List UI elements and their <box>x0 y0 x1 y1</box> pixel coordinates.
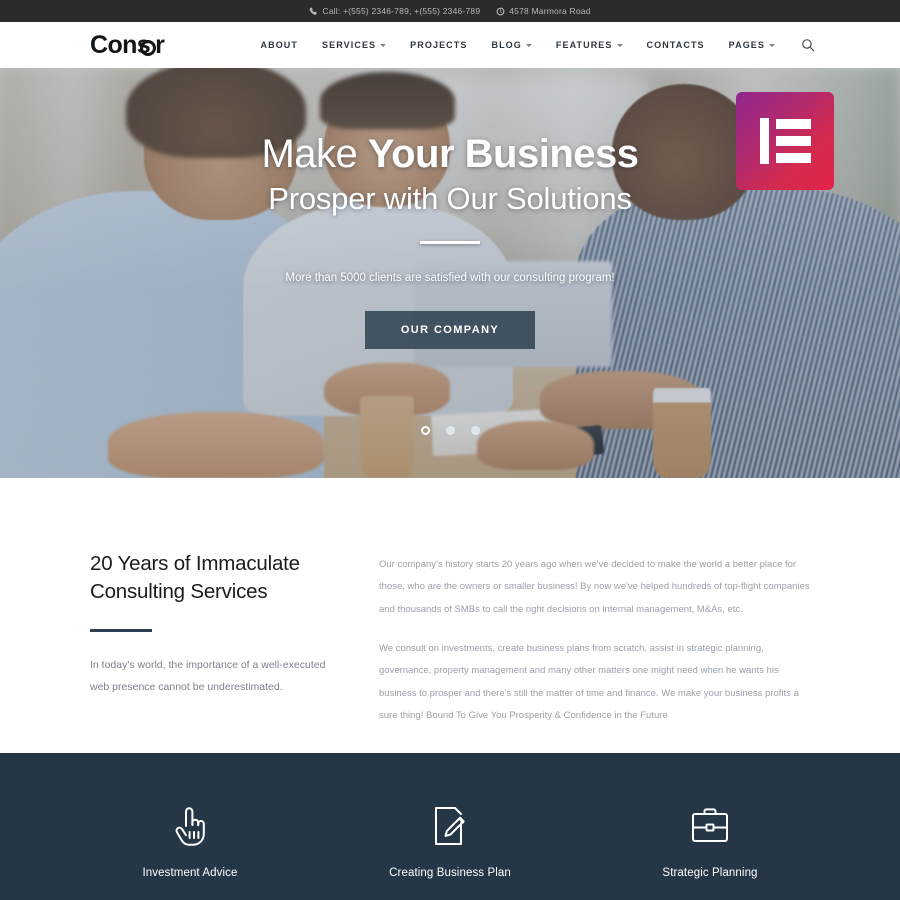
logo-text-after: r <box>155 30 165 59</box>
chevron-down-icon <box>380 43 387 47</box>
chevron-down-icon <box>616 43 623 47</box>
address-text: 4578 Marmora Road <box>509 6 591 16</box>
nav-label: SERVICES <box>322 40 377 50</box>
about-left-column: 20 Years of Immaculate Consulting Servic… <box>90 550 345 753</box>
nav-item-blog[interactable]: BLOG <box>479 40 543 50</box>
elementor-icon <box>759 118 811 164</box>
briefcase-icon <box>689 803 731 849</box>
nav-label: BLOG <box>491 40 522 50</box>
service-item-strategic-planning[interactable]: Strategic Planning <box>580 753 840 879</box>
about-right-column: Our company's history starts 20 years ag… <box>379 550 815 753</box>
hero-subtitle: More than 5000 clients are satisfied wit… <box>285 271 615 284</box>
hero-title-thin: Make <box>261 132 358 176</box>
nav-item-projects[interactable]: PROJECTS <box>398 40 479 50</box>
nav-label: CONTACTS <box>646 40 705 50</box>
clock-icon <box>496 7 505 16</box>
site-header: Cons r ABOUT SERVICES PROJECTS BLOG FEAT… <box>0 22 900 68</box>
chevron-down-icon <box>525 43 532 47</box>
top-info-bar: Call: +(555) 2346-789, +(555) 2346-789 4… <box>0 0 900 22</box>
our-company-button[interactable]: OUR COMPANY <box>364 310 536 349</box>
nav-item-pages[interactable]: PAGES <box>717 40 787 50</box>
document-pencil-icon <box>430 803 470 849</box>
phone-icon <box>309 7 318 16</box>
nav-label: PAGES <box>728 40 765 50</box>
slider-dot-3[interactable] <box>470 426 480 435</box>
nav-item-about[interactable]: ABOUT <box>249 40 311 50</box>
service-item-investment-advice[interactable]: Investment Advice <box>60 753 320 879</box>
hero-divider <box>420 241 480 244</box>
about-paragraph-2: We consult on investments, create busine… <box>379 642 799 721</box>
nav-item-features[interactable]: FEATURES <box>544 40 635 50</box>
hero-title-bold: Your Business <box>367 132 639 176</box>
phone-text: Call: +(555) 2346-789, +(555) 2346-789 <box>322 6 481 16</box>
site-logo[interactable]: Cons r <box>90 30 165 60</box>
elementor-logo-badge <box>736 92 834 190</box>
nav-label: FEATURES <box>555 40 613 50</box>
hero-title-line-1: Make Your Business <box>261 132 639 176</box>
slider-dot-1[interactable] <box>420 426 430 435</box>
about-left-paragraph: In today's world, the importance of a we… <box>90 658 326 693</box>
service-label: Strategic Planning <box>662 867 758 879</box>
hero-title-line-2: Prosper with Our Solutions <box>268 181 632 216</box>
phone-info[interactable]: Call: +(555) 2346-789, +(555) 2346-789 <box>309 6 480 16</box>
services-section: Investment Advice Creating Business Plan… <box>0 753 900 900</box>
nav-item-contacts[interactable]: CONTACTS <box>635 40 717 50</box>
nav-label: ABOUT <box>260 40 298 50</box>
nav-label: PROJECTS <box>410 40 468 50</box>
about-paragraph-1: Our company's history starts 20 years ag… <box>379 559 810 615</box>
pointing-hand-icon <box>173 803 207 849</box>
about-section: 20 Years of Immaculate Consulting Servic… <box>0 478 900 753</box>
about-title: 20 Years of Immaculate Consulting Servic… <box>90 552 300 603</box>
address-info[interactable]: 4578 Marmora Road <box>496 6 590 16</box>
service-item-creating-business-plan[interactable]: Creating Business Plan <box>320 753 580 879</box>
search-icon[interactable] <box>787 38 815 52</box>
nav-item-services[interactable]: SERVICES <box>310 40 398 50</box>
hero-slider: Make Your Business Prosper with Our Solu… <box>0 68 900 478</box>
service-label: Investment Advice <box>142 867 238 879</box>
slider-pagination <box>0 426 900 435</box>
service-label: Creating Business Plan <box>389 867 511 879</box>
main-navigation: ABOUT SERVICES PROJECTS BLOG FEATURES CO… <box>249 38 816 52</box>
chevron-down-icon <box>769 43 775 47</box>
about-accent-rule <box>90 629 152 632</box>
slider-dot-2[interactable] <box>445 426 455 435</box>
logo-circle-icon <box>140 40 157 56</box>
